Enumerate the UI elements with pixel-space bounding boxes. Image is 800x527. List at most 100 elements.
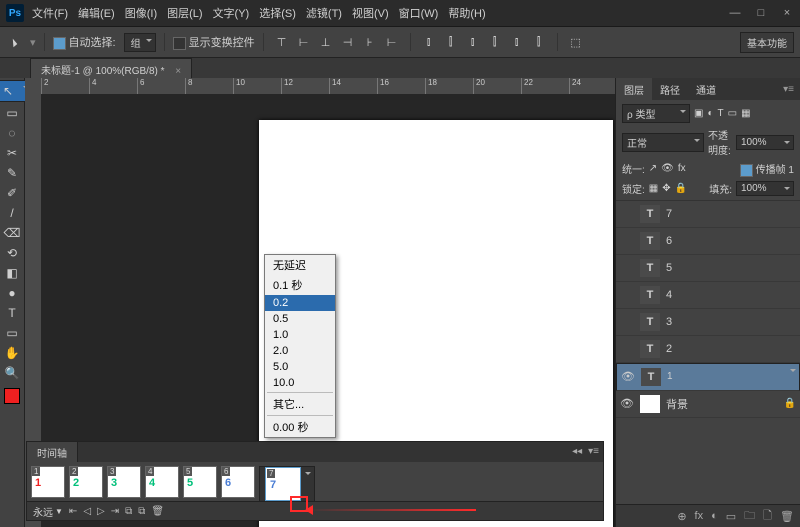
visibility-toggle-icon[interactable]: 👁 bbox=[620, 397, 634, 411]
filter-shape-icon[interactable]: ▭ bbox=[728, 108, 737, 119]
layer-kind-dropdown[interactable]: ρ 类型 bbox=[622, 104, 690, 123]
lock-pixels-icon[interactable]: ▦ bbox=[649, 183, 658, 194]
show-transform-checkbox[interactable]: 显示变换控件 bbox=[173, 34, 255, 50]
visibility-toggle-icon[interactable] bbox=[620, 261, 634, 275]
unify-visibility-icon[interactable]: 👁 bbox=[661, 163, 674, 174]
visibility-toggle-icon[interactable] bbox=[620, 288, 634, 302]
3d-mode-icon[interactable]: ⬚ bbox=[566, 32, 586, 52]
prev-frame-icon[interactable]: ◁ bbox=[83, 506, 91, 517]
menu-layer[interactable]: 图层(L) bbox=[167, 5, 202, 21]
delay-menu-item[interactable]: 5.0 bbox=[265, 359, 335, 375]
align-vcenter-icon[interactable]: ⊢ bbox=[294, 32, 314, 52]
next-frame-icon[interactable]: ⇥ bbox=[111, 506, 119, 517]
menu-view[interactable]: 视图(V) bbox=[352, 5, 389, 21]
auto-select-dropdown[interactable]: 组 bbox=[124, 33, 156, 52]
delete-frame-icon[interactable]: 🗑 bbox=[151, 506, 164, 517]
tab-layers[interactable]: 图层 bbox=[616, 78, 652, 101]
close-tab-icon[interactable]: × bbox=[175, 66, 181, 77]
align-hcenter-icon[interactable]: ⊦ bbox=[360, 32, 380, 52]
filter-smart-icon[interactable]: ▦ bbox=[741, 108, 750, 119]
delay-menu-title[interactable]: 无延迟 bbox=[265, 255, 335, 275]
tool-button[interactable]: ⌫ bbox=[2, 224, 22, 242]
distribute-icon[interactable]: ⫾ bbox=[419, 32, 439, 52]
visibility-toggle-icon[interactable] bbox=[620, 234, 634, 248]
layer-row[interactable]: 👁背景🔒 bbox=[616, 391, 800, 418]
delay-menu-other[interactable]: 其它... bbox=[265, 394, 335, 414]
layer-row[interactable]: T4 bbox=[616, 282, 800, 309]
distribute-icon[interactable]: ⫿ bbox=[441, 32, 461, 52]
unify-style-icon[interactable]: fx bbox=[678, 163, 686, 174]
unify-position-icon[interactable]: ↗ bbox=[649, 163, 657, 174]
layer-row[interactable]: T6 bbox=[616, 228, 800, 255]
play-icon[interactable]: ▷ bbox=[97, 506, 105, 517]
workspace-button[interactable]: 基本功能 bbox=[740, 32, 794, 53]
align-left-icon[interactable]: ⊣ bbox=[338, 32, 358, 52]
tool-button[interactable]: ◌ bbox=[2, 124, 22, 142]
distribute-icon[interactable]: ⫿ bbox=[485, 32, 505, 52]
duplicate-frame-icon[interactable]: ⧉ bbox=[138, 506, 145, 517]
auto-select-checkbox[interactable]: 自动选择: bbox=[53, 34, 116, 50]
minimize-button[interactable]: — bbox=[728, 7, 742, 19]
menu-edit[interactable]: 编辑(E) bbox=[78, 5, 115, 21]
tool-button[interactable]: ⟲ bbox=[2, 244, 22, 262]
lock-all-icon[interactable]: 🔒 bbox=[675, 183, 687, 194]
menu-select[interactable]: 选择(S) bbox=[259, 5, 296, 21]
tool-button[interactable]: T bbox=[2, 304, 22, 322]
panel-menu-icon[interactable]: ▾≡ bbox=[588, 446, 599, 457]
visibility-toggle-icon[interactable]: 👁 bbox=[621, 370, 635, 384]
delay-menu-item[interactable]: 1.0 bbox=[265, 327, 335, 343]
layer-footer-icon[interactable]: 🗑 bbox=[780, 510, 794, 523]
visibility-toggle-icon[interactable] bbox=[620, 207, 634, 221]
panel-menu-icon[interactable]: ▾≡ bbox=[777, 82, 800, 97]
tween-icon[interactable]: ⧉ bbox=[125, 506, 132, 517]
tool-button[interactable]: ✎ bbox=[2, 164, 22, 182]
layer-row[interactable]: T7 bbox=[616, 201, 800, 228]
tool-button[interactable]: / bbox=[2, 204, 22, 222]
layer-footer-icon[interactable]: fx bbox=[695, 510, 704, 522]
filter-adjust-icon[interactable]: ◐ bbox=[707, 108, 713, 119]
maximize-button[interactable]: □ bbox=[754, 7, 768, 19]
tab-channels[interactable]: 通道 bbox=[688, 78, 724, 101]
tool-button[interactable]: 🔍 bbox=[2, 364, 22, 382]
delay-menu-item[interactable]: 0.1 秒 bbox=[265, 275, 335, 295]
lock-position-icon[interactable]: ✥ bbox=[662, 183, 670, 194]
visibility-toggle-icon[interactable] bbox=[620, 315, 634, 329]
menu-file[interactable]: 文件(F) bbox=[32, 5, 68, 21]
tab-timeline[interactable]: 时间轴 bbox=[27, 442, 78, 462]
delay-menu-current[interactable]: 0.00 秒 bbox=[265, 417, 335, 437]
delay-menu-item[interactable]: 0.2 bbox=[265, 295, 335, 311]
menu-image[interactable]: 图像(I) bbox=[125, 5, 157, 21]
close-button[interactable]: × bbox=[780, 7, 794, 19]
collapse-icon[interactable]: ◂◂ bbox=[572, 446, 582, 457]
layer-footer-icon[interactable]: ◐ bbox=[711, 510, 718, 522]
layer-footer-icon[interactable]: ▭ bbox=[726, 510, 736, 523]
tool-button[interactable]: ▭ bbox=[2, 324, 22, 342]
distribute-icon[interactable]: ⫾ bbox=[507, 32, 527, 52]
delay-menu-item[interactable]: 0.5 bbox=[265, 311, 335, 327]
tool-button[interactable]: ✂ bbox=[2, 144, 22, 162]
layer-footer-icon[interactable]: 🗀 bbox=[744, 507, 755, 526]
layer-row[interactable]: T3 bbox=[616, 309, 800, 336]
filter-type-icon[interactable]: T bbox=[718, 108, 724, 119]
distribute-icon[interactable]: ⫾ bbox=[463, 32, 483, 52]
tool-button[interactable]: ✐ bbox=[2, 184, 22, 202]
foreground-color-swatch[interactable] bbox=[4, 388, 20, 404]
tool-button[interactable]: ◧ bbox=[2, 264, 22, 282]
tool-button[interactable]: ▭ bbox=[2, 104, 22, 122]
layer-row[interactable]: T5 bbox=[616, 255, 800, 282]
blend-mode-dropdown[interactable]: 正常 bbox=[622, 133, 704, 152]
delay-menu-item[interactable]: 2.0 bbox=[265, 343, 335, 359]
align-top-icon[interactable]: ⊤ bbox=[272, 32, 292, 52]
delay-menu-item[interactable]: 10.0 bbox=[265, 375, 335, 391]
tab-paths[interactable]: 路径 bbox=[652, 78, 688, 101]
layer-footer-icon[interactable]: 🗋 bbox=[763, 507, 772, 526]
fill-field[interactable]: 100% bbox=[736, 181, 794, 196]
tool-button[interactable]: ✋ bbox=[2, 344, 22, 362]
tool-button[interactable]: ● bbox=[2, 284, 22, 302]
menu-type[interactable]: 文字(Y) bbox=[213, 5, 250, 21]
layer-row[interactable]: T2 bbox=[616, 336, 800, 363]
propagate-checkbox[interactable]: 传播帧 1 bbox=[740, 161, 794, 177]
first-frame-icon[interactable]: ⇤ bbox=[69, 506, 77, 517]
layer-footer-icon[interactable]: ⊕ bbox=[677, 510, 686, 523]
menu-help[interactable]: 帮助(H) bbox=[448, 5, 485, 21]
